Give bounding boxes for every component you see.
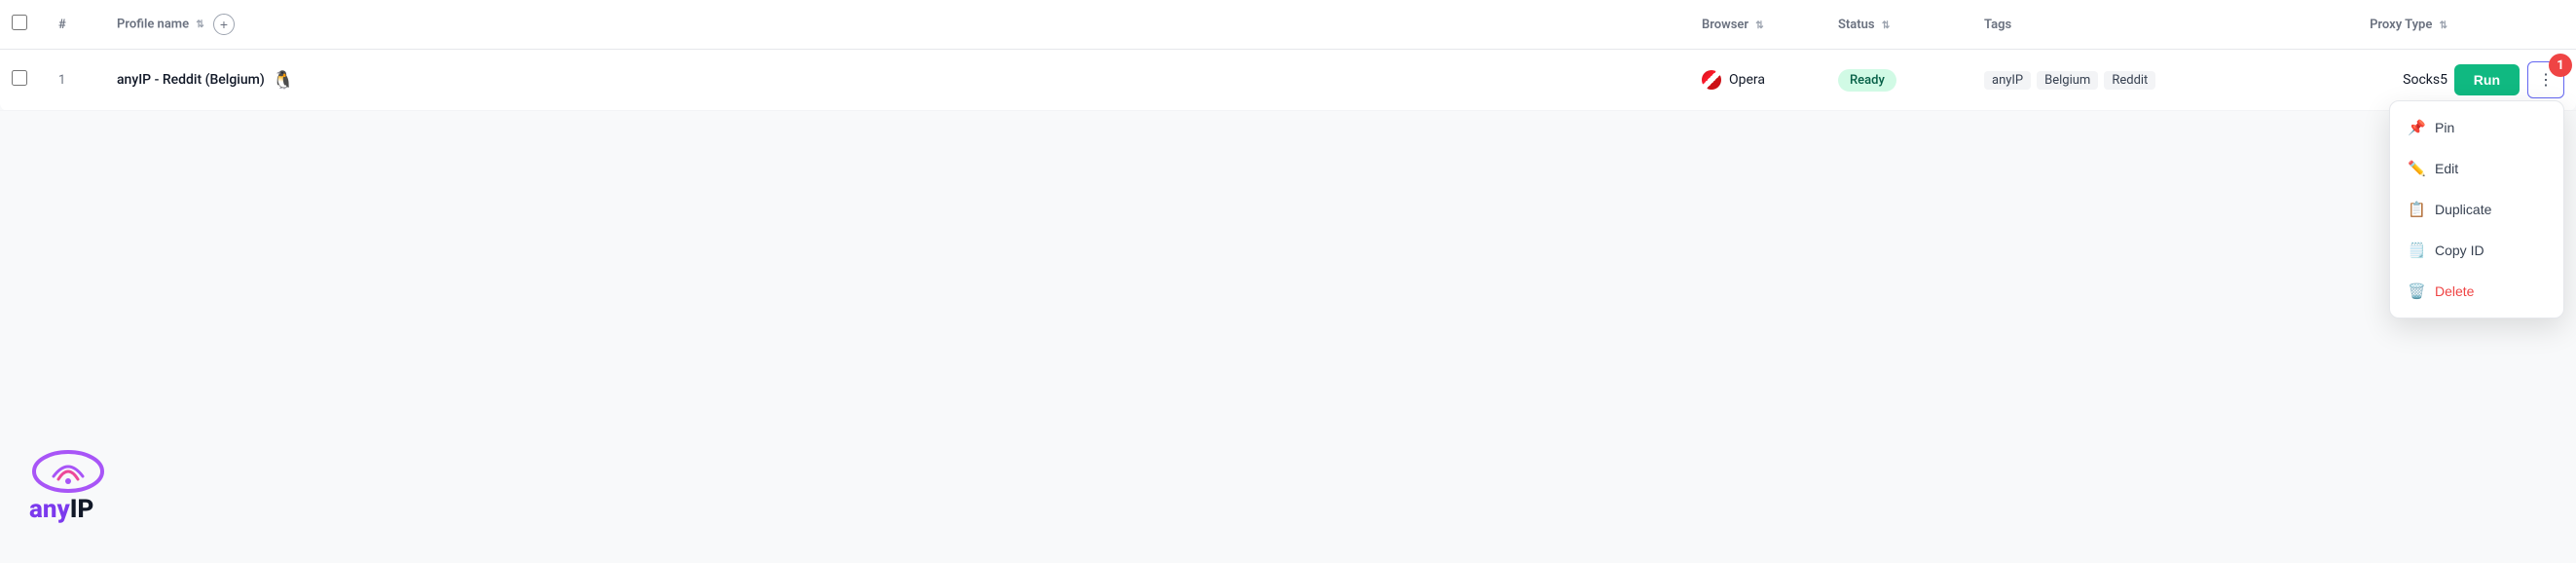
proxy-sort-icon: ⇅ bbox=[2440, 20, 2447, 31]
menu-item-label: Duplicate bbox=[2435, 202, 2491, 217]
more-button-wrapper: ⋮ 1 📌 Pin ✏️ Edit bbox=[2523, 61, 2564, 98]
row-profile-cell: anyIP - Reddit (Belgium) 🐧 bbox=[105, 50, 1690, 111]
tag-item: Belgium bbox=[2037, 71, 2098, 90]
profile-flag-icon: 🐧 bbox=[273, 70, 294, 91]
menu-item-duplicate[interactable]: 📋 Duplicate bbox=[2390, 189, 2563, 230]
profile-name-text: anyIP - Reddit (Belgium) bbox=[117, 72, 265, 88]
tag-item: Reddit bbox=[2104, 71, 2155, 90]
menu-item-label: Edit bbox=[2435, 161, 2458, 176]
logo-svg bbox=[29, 442, 146, 501]
header-actions-col bbox=[2459, 0, 2576, 50]
browser-cell-inner: Opera bbox=[1702, 70, 1815, 90]
context-menu: 📌 Pin ✏️ Edit 📋 Duplicate bbox=[2389, 100, 2564, 319]
header-tags-col: Tags bbox=[1972, 0, 2264, 50]
logo-any: any bbox=[29, 495, 70, 524]
header-proxy-col: Proxy Type ⇅ bbox=[2264, 0, 2459, 50]
row-tags-cell: anyIP Belgium Reddit bbox=[1972, 50, 2264, 111]
opera-icon bbox=[1702, 70, 1721, 90]
copy-id-icon: 🗒️ bbox=[2408, 242, 2425, 259]
status-badge: Ready bbox=[1838, 69, 1896, 92]
header-num-label: # bbox=[58, 18, 66, 32]
header-proxy-label: Proxy Type bbox=[2370, 18, 2432, 32]
header-status-label: Status bbox=[1838, 18, 1875, 32]
row-num-cell: 1 bbox=[47, 50, 105, 111]
profile-name-wrapper: anyIP - Reddit (Belgium) 🐧 bbox=[117, 70, 1678, 91]
pin-icon: 📌 bbox=[2408, 119, 2425, 136]
edit-icon: ✏️ bbox=[2408, 160, 2425, 177]
select-all-checkbox[interactable] bbox=[12, 15, 27, 30]
header-browser-col: Browser ⇅ bbox=[1690, 0, 1826, 50]
run-button[interactable]: Run bbox=[2454, 64, 2520, 95]
menu-item-label: Copy ID bbox=[2435, 243, 2484, 258]
status-sort-icon: ⇅ bbox=[1882, 20, 1890, 31]
notification-badge: 1 bbox=[2549, 54, 2572, 77]
table-row: 1 anyIP - Reddit (Belgium) 🐧 Opera Ready… bbox=[0, 50, 2576, 111]
row-browser-cell: Opera bbox=[1690, 50, 1826, 111]
profile-table-container: # Profile name ⇅ + Browser ⇅ Status ⇅ Ta… bbox=[0, 0, 2576, 111]
delete-icon: 🗑️ bbox=[2408, 282, 2425, 300]
tag-item: anyIP bbox=[1984, 71, 2031, 90]
menu-item-copy-id[interactable]: 🗒️ Copy ID bbox=[2390, 230, 2563, 271]
add-profile-button[interactable]: + bbox=[213, 14, 235, 35]
duplicate-icon: 📋 bbox=[2408, 201, 2425, 218]
table-header-row: # Profile name ⇅ + Browser ⇅ Status ⇅ Ta… bbox=[0, 0, 2576, 50]
menu-item-delete[interactable]: 🗑️ Delete bbox=[2390, 271, 2563, 312]
profile-table: # Profile name ⇅ + Browser ⇅ Status ⇅ Ta… bbox=[0, 0, 2576, 111]
menu-item-edit[interactable]: ✏️ Edit bbox=[2390, 148, 2563, 189]
row-checkbox-cell bbox=[0, 50, 47, 111]
logo-ip: IP bbox=[70, 495, 94, 524]
tags-wrapper: anyIP Belgium Reddit bbox=[1984, 71, 2253, 90]
browser-sort-icon: ⇅ bbox=[1755, 20, 1763, 31]
header-tags-label: Tags bbox=[1984, 18, 2011, 32]
header-profile-label: Profile name bbox=[117, 17, 189, 31]
logo-area: anyIP bbox=[29, 442, 146, 524]
menu-item-label: Delete bbox=[2435, 283, 2474, 299]
header-checkbox-col bbox=[0, 0, 47, 50]
header-num-col: # bbox=[47, 0, 105, 50]
menu-item-label: Pin bbox=[2435, 120, 2454, 135]
actions-wrapper: Run ⋮ 1 📌 Pin ✏️ bbox=[2471, 61, 2564, 98]
browser-name: Opera bbox=[1729, 72, 1765, 88]
profile-sort-icon: ⇅ bbox=[196, 19, 203, 30]
menu-item-pin[interactable]: 📌 Pin bbox=[2390, 107, 2563, 148]
row-checkbox[interactable] bbox=[12, 70, 27, 86]
row-status-cell: Ready bbox=[1826, 50, 1972, 111]
header-profile-col: Profile name ⇅ + bbox=[105, 0, 1690, 50]
header-browser-label: Browser bbox=[1702, 18, 1748, 32]
row-actions-cell: Run ⋮ 1 📌 Pin ✏️ bbox=[2459, 50, 2576, 111]
header-status-col: Status ⇅ bbox=[1826, 0, 1972, 50]
